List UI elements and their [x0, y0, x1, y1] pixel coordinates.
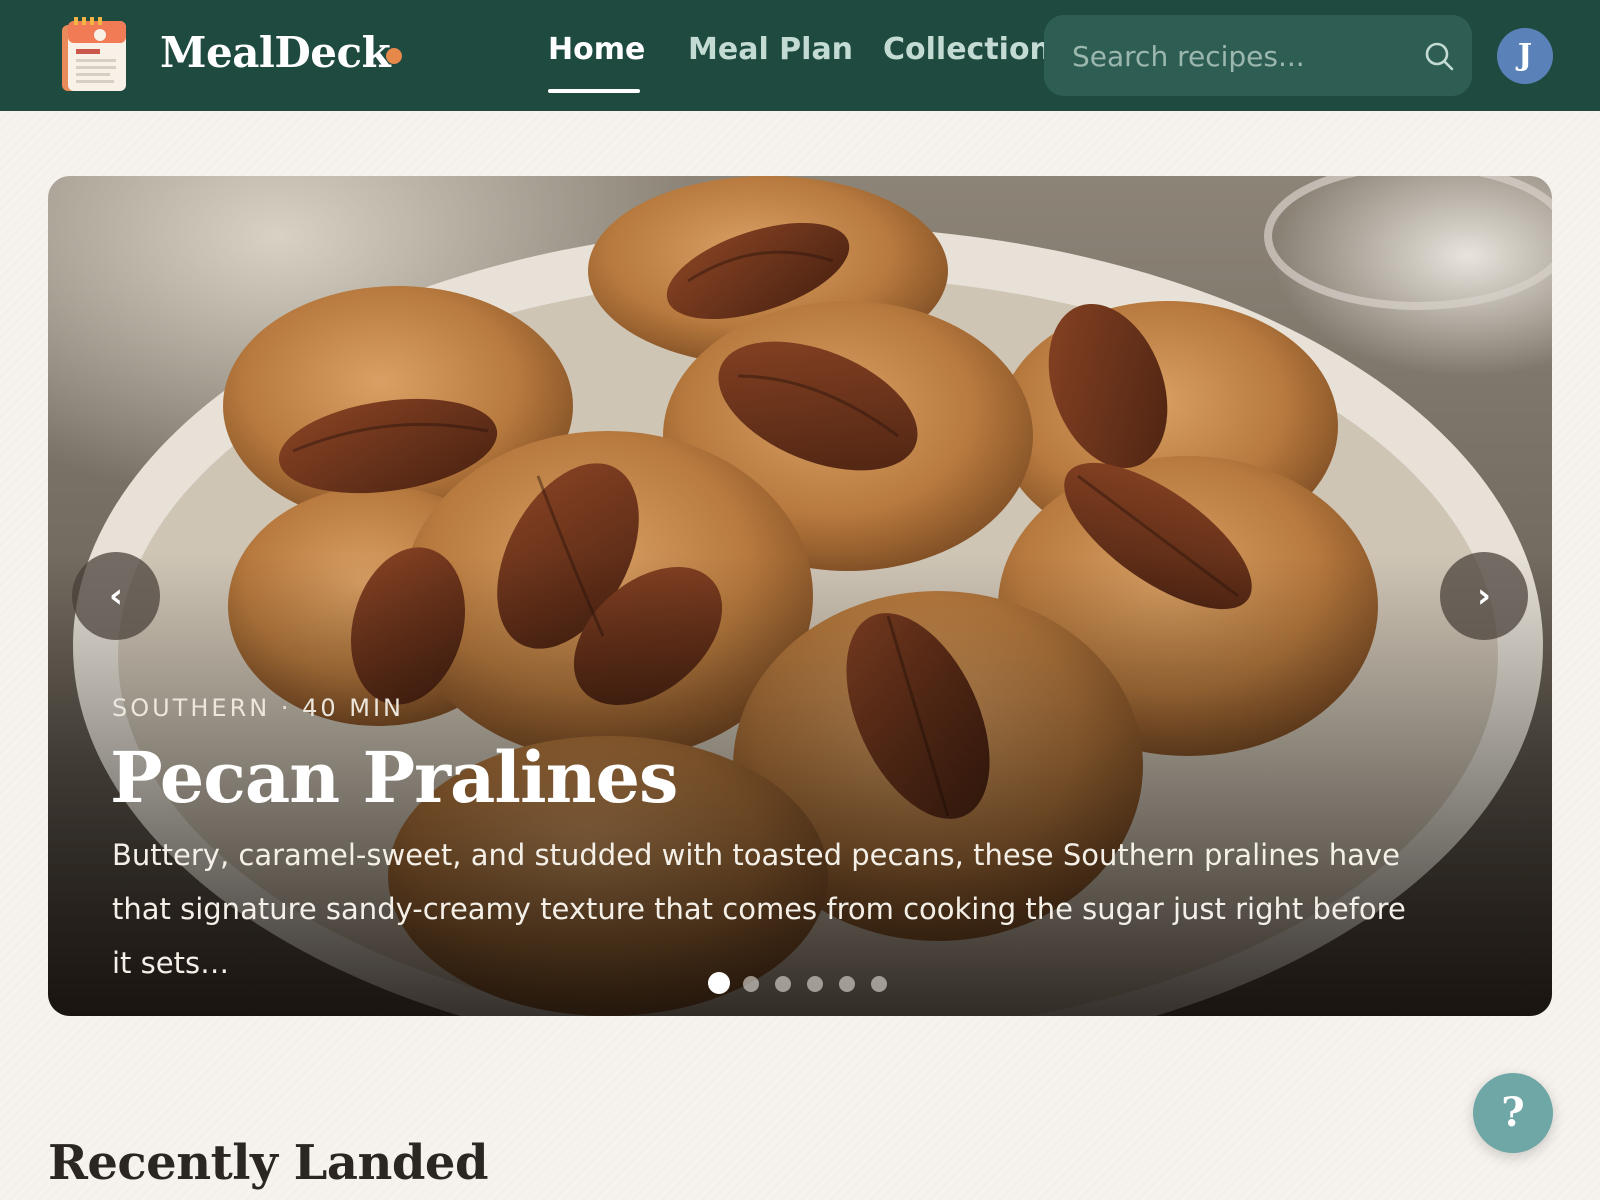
status-dot — [386, 48, 402, 64]
featured-recipe-carousel[interactable]: ‹ › SOUTHERN · 40 MIN Pecan Pralines But… — [48, 176, 1552, 1016]
nav-item-meal-plan[interactable]: Meal Plan — [688, 32, 853, 67]
brand-name[interactable]: MealDeck — [160, 28, 391, 77]
search-icon[interactable] — [1422, 39, 1456, 73]
user-avatar[interactable]: J — [1497, 28, 1553, 84]
carousel-dot[interactable] — [871, 976, 887, 992]
nav-item-home[interactable]: Home — [548, 32, 645, 67]
carousel-dot[interactable] — [775, 976, 791, 992]
carousel-dot[interactable] — [839, 976, 855, 992]
search-bar[interactable] — [1044, 15, 1472, 96]
carousel-prev-button[interactable]: ‹ — [72, 552, 160, 640]
carousel-next-button[interactable]: › — [1440, 552, 1528, 640]
section-title-recently-landed: Recently Landed — [48, 1135, 489, 1191]
recipe-meta: SOUTHERN · 40 MIN — [112, 694, 404, 722]
recipe-description: Buttery, caramel-sweet, and studded with… — [112, 838, 1406, 980]
search-input[interactable] — [1072, 35, 1402, 77]
help-button[interactable]: ? — [1473, 1073, 1553, 1153]
carousel-dot[interactable] — [708, 972, 730, 994]
carousel-dot[interactable] — [807, 976, 823, 992]
recipe-title[interactable]: Pecan Pralines — [110, 736, 678, 819]
top-bar: MealDeck Home Meal Plan Collections J — [0, 0, 1600, 111]
recipe-card-icon[interactable] — [60, 15, 128, 95]
carousel-dot[interactable] — [743, 976, 759, 992]
nav-item-collections[interactable]: Collections — [883, 32, 1069, 67]
active-nav-indicator — [548, 89, 640, 93]
